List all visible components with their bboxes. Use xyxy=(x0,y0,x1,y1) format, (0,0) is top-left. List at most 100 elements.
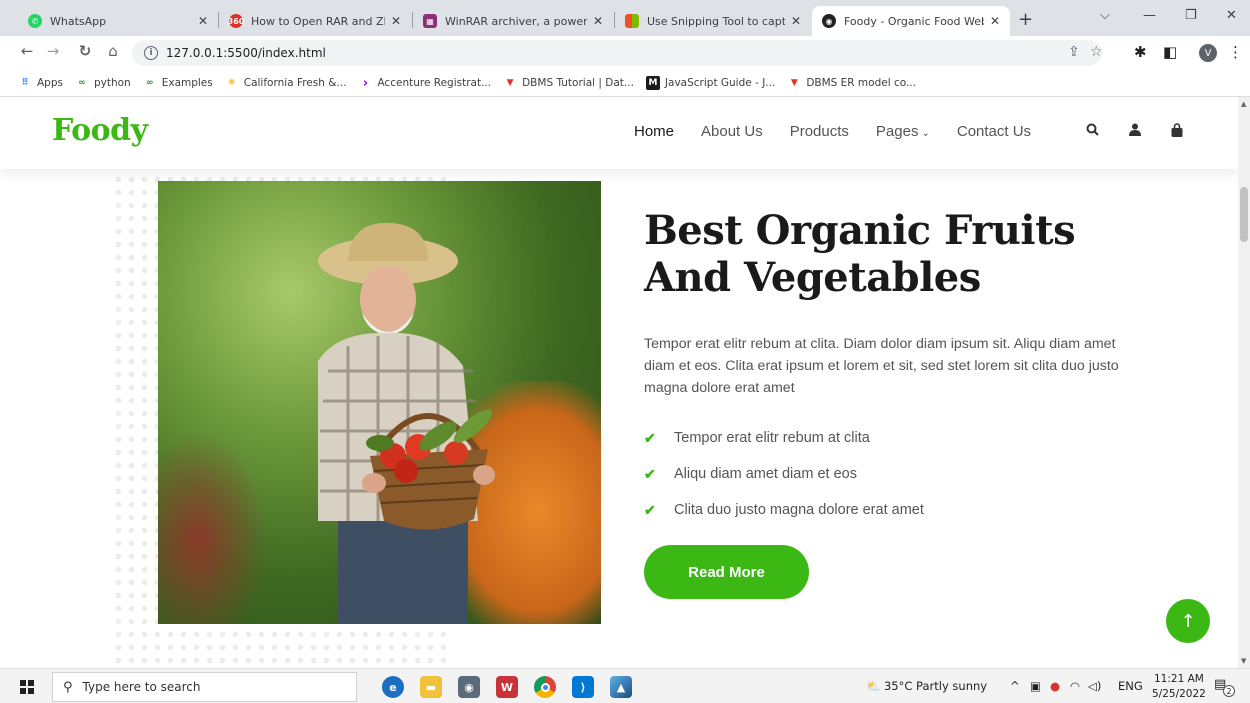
chrome-icon[interactable] xyxy=(534,676,556,698)
nav-home[interactable]: Home xyxy=(634,123,674,140)
browser-tab-rar[interactable]: 360 How to Open RAR and ZIP Fi ✕ xyxy=(219,6,411,36)
file-explorer-icon[interactable]: ▬ xyxy=(420,676,442,698)
language-indicator[interactable]: ENG xyxy=(1118,679,1143,693)
notifications-icon[interactable]: ▤ 2 xyxy=(1214,677,1235,697)
bookmark-label: Apps xyxy=(37,77,63,89)
nav-pages[interactable]: Pages ⌄ xyxy=(876,123,930,140)
bookmark-dbms-tutorial[interactable]: ▼ DBMS Tutorial | Dat... xyxy=(503,76,634,90)
bookmark-label: DBMS ER model co... xyxy=(806,77,916,89)
site-logo[interactable]: Foody xyxy=(52,113,148,148)
close-tab-icon[interactable]: ✕ xyxy=(990,14,1000,28)
scroll-down-icon[interactable]: ▼ xyxy=(1241,657,1246,665)
app-tray-icon[interactable]: ● xyxy=(1050,679,1060,693)
hero-checklist: ✔ Tempor erat elitr rebum at clita ✔ Ali… xyxy=(644,420,924,528)
menu-kebab-icon[interactable]: ⋮ xyxy=(1228,43,1243,61)
bookmark-label: Examples xyxy=(161,77,213,89)
user-icon[interactable] xyxy=(1129,123,1141,140)
new-tab-button[interactable]: + xyxy=(1018,9,1033,30)
browser-tab-whatsapp[interactable]: ✆ WhatsApp ✕ xyxy=(18,6,218,36)
browser-tab-snipping[interactable]: Use Snipping Tool to capture ✕ xyxy=(615,6,811,36)
info-icon[interactable]: i xyxy=(144,46,158,60)
camera-icon[interactable]: ◉ xyxy=(458,676,480,698)
network-meter-icon[interactable]: ▣ xyxy=(1030,679,1041,693)
list-item: ✔ Tempor erat elitr rebum at clita xyxy=(644,420,924,456)
bookmark-star-icon[interactable]: ☆ xyxy=(1090,44,1103,60)
back-to-top-button[interactable]: ↑ xyxy=(1166,599,1210,643)
checklist-text: Tempor erat elitr rebum at clita xyxy=(674,430,870,446)
farmer-illustration xyxy=(318,222,495,624)
reload-icon[interactable]: ↻ xyxy=(74,42,96,60)
checklist-text: Clita duo justo magna dolore erat amet xyxy=(674,502,924,518)
address-bar[interactable]: i 127.0.0.1:5500/index.html xyxy=(132,40,1102,66)
taskbar-search-box[interactable]: ⚲ Type here to search xyxy=(52,672,357,702)
close-tab-icon[interactable]: ✕ xyxy=(198,14,208,28)
bookmark-python[interactable]: ∞ python xyxy=(75,76,130,90)
edge-icon[interactable]: e xyxy=(382,676,404,698)
restore-icon[interactable]: ❐ xyxy=(1185,8,1197,23)
main-menu: Home About Us Products Pages ⌄ Contact Us xyxy=(634,123,1058,140)
nav-contact-us[interactable]: Contact Us xyxy=(957,123,1031,140)
shopping-bag-icon[interactable] xyxy=(1171,123,1183,141)
tab-search-icon[interactable]: ⌵ xyxy=(1100,8,1110,23)
browser-tab-foody[interactable]: ◉ Foody - Organic Food Webs ✕ xyxy=(812,6,1010,36)
side-panel-icon[interactable]: ◧ xyxy=(1163,43,1177,61)
apps-grid-icon: ⠿ xyxy=(21,78,29,88)
javatpoint-icon: ▼ xyxy=(506,78,514,88)
read-more-button[interactable]: Read More xyxy=(644,545,809,599)
accenture-icon: › xyxy=(362,75,369,91)
check-icon: ✔ xyxy=(644,465,656,482)
scroll-up-icon[interactable]: ▲ xyxy=(1241,100,1246,108)
weather-widget[interactable]: ⛅ 35°C Partly sunny xyxy=(866,679,987,693)
gfg-icon: ∞ xyxy=(145,78,154,88)
site-navbar: Foody Home About Us Products Pages ⌄ Cont… xyxy=(0,97,1238,169)
bookmark-dbms-er[interactable]: ▼ DBMS ER model co... xyxy=(787,76,916,90)
bookmark-california-fresh[interactable]: ✺ California Fresh &... xyxy=(225,76,347,90)
scrollbar-thumb[interactable] xyxy=(1240,187,1248,242)
nav-products[interactable]: Products xyxy=(790,123,849,140)
page-viewport: Foody Home About Us Products Pages ⌄ Cont… xyxy=(0,97,1238,668)
close-window-icon[interactable]: ✕ xyxy=(1226,8,1237,23)
sun-icon: ✺ xyxy=(227,78,236,88)
minimize-icon[interactable]: — xyxy=(1143,8,1156,23)
show-hidden-icons[interactable]: ^ xyxy=(1010,679,1020,693)
windows-start-icon[interactable] xyxy=(20,680,34,694)
partly-sunny-icon: ⛅ xyxy=(866,679,881,693)
windows-icon xyxy=(625,14,639,28)
whatsapp-icon: ✆ xyxy=(28,14,42,28)
browser-tab-winrar[interactable]: ▦ WinRAR archiver, a powerful ✕ xyxy=(413,6,613,36)
share-icon[interactable]: ⇪ xyxy=(1068,44,1080,60)
bookmark-label: California Fresh &... xyxy=(243,77,347,89)
bookmark-apps[interactable]: ⠿ Apps xyxy=(18,76,63,90)
notification-badge: 2 xyxy=(1223,685,1235,697)
taskbar-search-placeholder: Type here to search xyxy=(82,680,201,694)
bookmark-examples[interactable]: ∞ Examples xyxy=(143,76,213,90)
vscode-icon[interactable]: ⟩ xyxy=(572,676,594,698)
forward-icon[interactable]: → xyxy=(42,42,64,60)
bookmark-label: JavaScript Guide - J... xyxy=(664,77,776,89)
close-tab-icon[interactable]: ✕ xyxy=(791,14,801,28)
page-scrollbar[interactable]: ▲ ▼ xyxy=(1238,97,1250,668)
nav-about-us[interactable]: About Us xyxy=(701,123,763,140)
wifi-icon[interactable]: ◠ xyxy=(1070,679,1080,693)
bookmark-accenture[interactable]: › Accenture Registrat... xyxy=(358,75,491,91)
tab-title: WinRAR archiver, a powerful xyxy=(445,14,587,28)
profile-avatar[interactable]: V xyxy=(1199,44,1217,62)
arrow-up-icon: ↑ xyxy=(1180,610,1196,632)
bookmark-javascript-guide[interactable]: M JavaScript Guide - J... xyxy=(645,76,776,90)
photos-icon[interactable]: ▲ xyxy=(610,676,632,698)
url-text: 127.0.0.1:5500/index.html xyxy=(166,46,326,60)
clock-time: 11:21 AM xyxy=(1154,673,1204,685)
weather-text: 35°C Partly sunny xyxy=(883,679,988,693)
volume-icon[interactable]: ◁) xyxy=(1088,679,1101,693)
hero-title-line1: Best Organic Fruits xyxy=(644,207,1076,254)
back-icon[interactable]: ← xyxy=(16,42,38,60)
bookmark-label: DBMS Tutorial | Dat... xyxy=(522,77,634,89)
system-clock[interactable]: 11:21 AM 5/25/2022 xyxy=(1152,672,1206,701)
close-tab-icon[interactable]: ✕ xyxy=(391,14,401,28)
vk-icon[interactable]: W xyxy=(496,676,518,698)
close-tab-icon[interactable]: ✕ xyxy=(593,14,603,28)
hero-title: Best Organic Fruits And Vegetables xyxy=(644,207,1114,301)
extensions-icon[interactable]: ✱ xyxy=(1134,43,1147,61)
home-icon[interactable]: ⌂ xyxy=(102,42,124,60)
search-icon[interactable] xyxy=(1086,123,1099,140)
